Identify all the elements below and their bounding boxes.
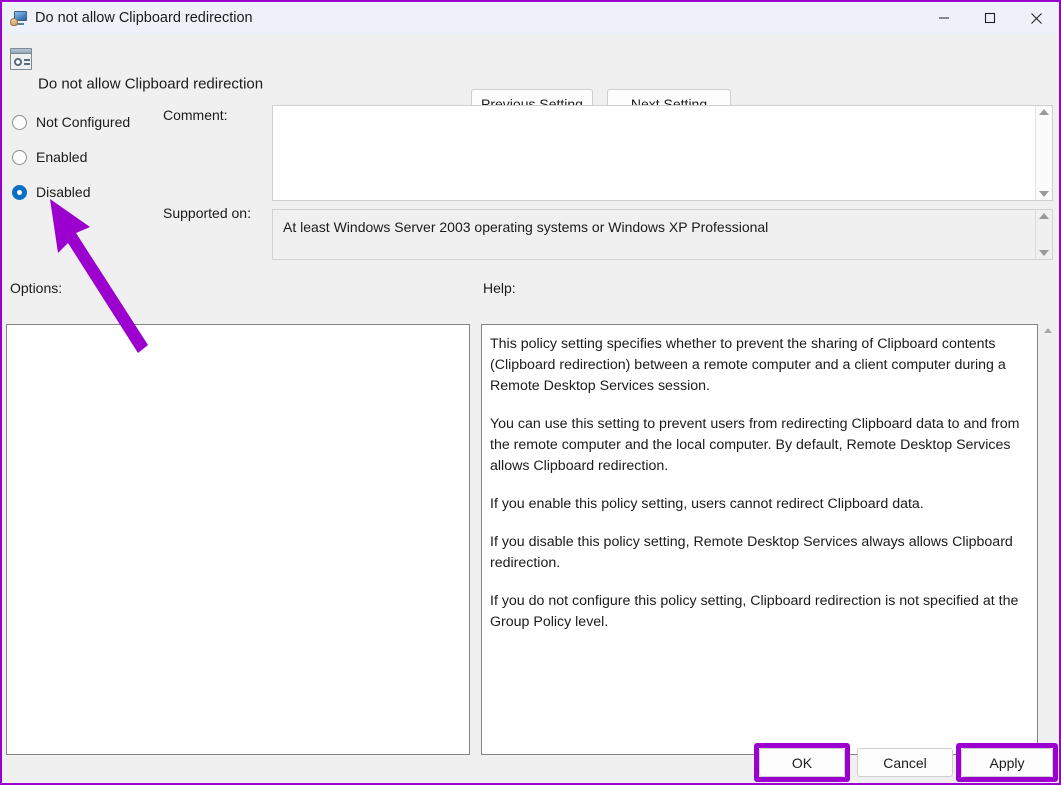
dialog-header: Do not allow Clipboard redirection Previ… (2, 34, 1059, 96)
group-policy-setting-icon (10, 48, 32, 70)
radio-enabled-label: Enabled (36, 149, 87, 165)
radio-disabled-label: Disabled (36, 184, 90, 200)
radio-not-configured-indicator[interactable] (12, 115, 27, 130)
scroll-up-icon[interactable] (1044, 328, 1052, 333)
scroll-up-icon[interactable] (1039, 109, 1049, 115)
comment-label: Comment: (163, 107, 228, 123)
policy-state-radio-group: Not Configured Enabled Disabled (12, 110, 162, 215)
policy-setting-dialog: Do not allow Clipboard redirection Do no… (0, 0, 1061, 785)
supported-on-value: At least Windows Server 2003 operating s… (273, 210, 1035, 259)
supported-on-scrollbar[interactable] (1035, 210, 1052, 259)
radio-enabled-indicator[interactable] (12, 150, 27, 165)
supported-on-label: Supported on: (163, 205, 251, 221)
help-paragraph: This policy setting specifies whether to… (490, 334, 1025, 397)
help-panel: This policy setting specifies whether to… (481, 324, 1038, 755)
radio-enabled[interactable]: Enabled (12, 145, 162, 169)
scroll-down-icon[interactable] (1039, 191, 1049, 197)
minimize-icon[interactable] (921, 2, 967, 34)
help-paragraph: You can use this setting to prevent user… (490, 414, 1025, 477)
help-paragraph: If you do not configure this policy sett… (490, 591, 1025, 633)
radio-disabled-indicator[interactable] (12, 185, 27, 200)
radio-disabled[interactable]: Disabled (12, 180, 162, 204)
remote-desktop-user-icon (10, 10, 27, 27)
options-panel[interactable] (6, 324, 470, 755)
titlebar: Do not allow Clipboard redirection (2, 2, 1059, 34)
help-label: Help: (483, 280, 516, 296)
apply-button[interactable]: Apply (961, 748, 1053, 777)
cancel-button[interactable]: Cancel (857, 748, 953, 777)
help-paragraph: If you enable this policy setting, users… (490, 494, 1025, 515)
page-title: Do not allow Clipboard redirection (38, 76, 263, 93)
options-label: Options: (10, 280, 62, 296)
maximize-icon[interactable] (967, 2, 1013, 34)
help-text: This policy setting specifies whether to… (482, 325, 1037, 754)
scroll-up-icon[interactable] (1039, 213, 1049, 219)
radio-not-configured[interactable]: Not Configured (12, 110, 162, 134)
supported-on-field: At least Windows Server 2003 operating s… (272, 209, 1053, 260)
ok-button[interactable]: OK (759, 748, 845, 777)
help-scrollbar[interactable] (1038, 324, 1057, 755)
help-paragraph: If you disable this policy setting, Remo… (490, 532, 1025, 574)
radio-not-configured-label: Not Configured (36, 114, 130, 130)
window-controls (921, 2, 1059, 34)
comment-field[interactable] (272, 105, 1053, 201)
comment-scrollbar[interactable] (1035, 106, 1052, 200)
close-icon[interactable] (1013, 2, 1059, 34)
scroll-down-icon[interactable] (1039, 250, 1049, 256)
comment-textarea[interactable] (273, 106, 1035, 200)
window-title: Do not allow Clipboard redirection (35, 10, 253, 26)
